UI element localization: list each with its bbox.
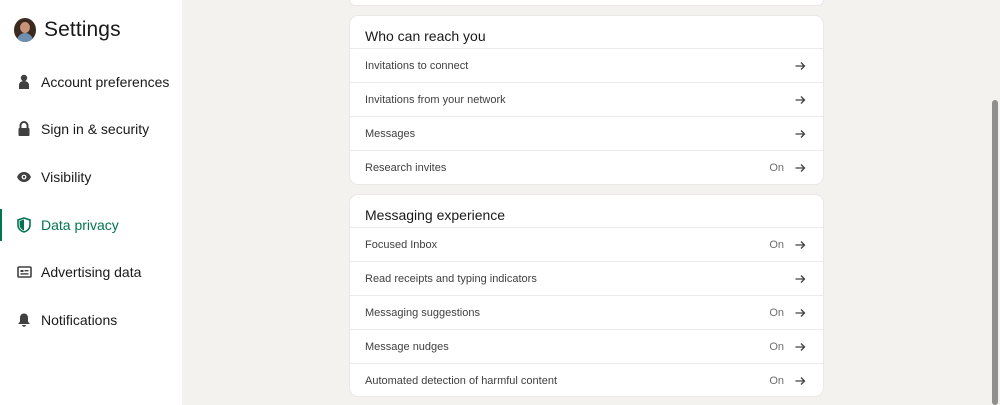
section-title: Who can reach you — [365, 28, 486, 44]
row-status: On — [769, 238, 784, 251]
messaging-experience-card: Messaging experience Focused Inbox On Re… — [350, 195, 823, 396]
settings-row-research-invites[interactable]: Research invites On — [350, 150, 823, 184]
row-label: Messaging suggestions — [365, 306, 480, 319]
sidebar-item-label: Sign in & security — [41, 121, 150, 137]
sidebar-item-label: Visibility — [41, 169, 92, 185]
row-label: Message nudges — [365, 340, 449, 353]
row-label: Invitations to connect — [365, 59, 469, 72]
sidebar-item-label: Account preferences — [41, 74, 170, 90]
settings-row-focused-inbox[interactable]: Focused Inbox On — [350, 227, 823, 261]
sidebar-item-label: Notifications — [41, 312, 118, 328]
vertical-scrollbar[interactable] — [992, 100, 998, 405]
row-status: On — [769, 161, 784, 174]
shield-icon — [16, 217, 32, 233]
row-label: Read receipts and typing indicators — [365, 272, 537, 285]
ad-card-icon — [16, 264, 32, 280]
page-title: Settings — [44, 18, 121, 41]
eye-icon — [16, 169, 32, 185]
row-label: Automated detection of harmful content — [365, 374, 558, 387]
settings-row-invitations-from-network[interactable]: Invitations from your network — [350, 82, 823, 116]
sidebar-item-account-preferences[interactable]: Account preferences — [0, 64, 182, 100]
section-title: Messaging experience — [365, 207, 506, 223]
row-label: Invitations from your network — [365, 93, 506, 106]
arrow-right-icon — [794, 273, 806, 285]
row-status: On — [769, 340, 784, 353]
row-status: On — [769, 306, 784, 319]
sidebar-item-label: Data privacy — [41, 217, 119, 233]
sidebar-item-visibility[interactable]: Visibility — [0, 159, 182, 195]
settings-row-messages[interactable]: Messages — [350, 116, 823, 150]
row-label: Messages — [365, 127, 416, 140]
settings-row-invitations-to-connect[interactable]: Invitations to connect — [350, 48, 823, 82]
arrow-right-icon — [794, 341, 806, 353]
sidebar-item-advertising-data[interactable]: Advertising data — [0, 254, 182, 290]
settings-header: Settings — [14, 14, 121, 46]
row-label: Focused Inbox — [365, 238, 438, 251]
arrow-right-icon — [794, 60, 806, 72]
sidebar-item-sign-in-security[interactable]: Sign in & security — [0, 111, 182, 147]
settings-row-harmful-content-detection[interactable]: Automated detection of harmful content O… — [350, 363, 823, 397]
settings-row-message-nudges[interactable]: Message nudges On — [350, 329, 823, 363]
sidebar-item-notifications[interactable]: Notifications — [0, 302, 182, 338]
who-can-reach-you-card: Who can reach you Invitations to connect… — [350, 16, 823, 184]
arrow-right-icon — [794, 94, 806, 106]
arrow-right-icon — [794, 239, 806, 251]
arrow-right-icon — [794, 307, 806, 319]
row-status: On — [769, 374, 784, 387]
previous-section-card — [350, 0, 823, 5]
avatar[interactable] — [14, 18, 36, 42]
sidebar-item-label: Advertising data — [41, 264, 142, 280]
arrow-right-icon — [794, 128, 806, 140]
arrow-right-icon — [794, 375, 806, 387]
settings-sidebar: Settings Account preferences Sign in & s… — [0, 0, 182, 405]
sidebar-item-data-privacy[interactable]: Data privacy — [0, 209, 182, 241]
arrow-right-icon — [794, 162, 806, 174]
bell-icon — [16, 312, 32, 328]
row-label: Research invites — [365, 161, 447, 174]
settings-row-read-receipts[interactable]: Read receipts and typing indicators — [350, 261, 823, 295]
person-icon — [16, 74, 32, 90]
settings-row-messaging-suggestions[interactable]: Messaging suggestions On — [350, 295, 823, 329]
lock-icon — [16, 121, 32, 137]
